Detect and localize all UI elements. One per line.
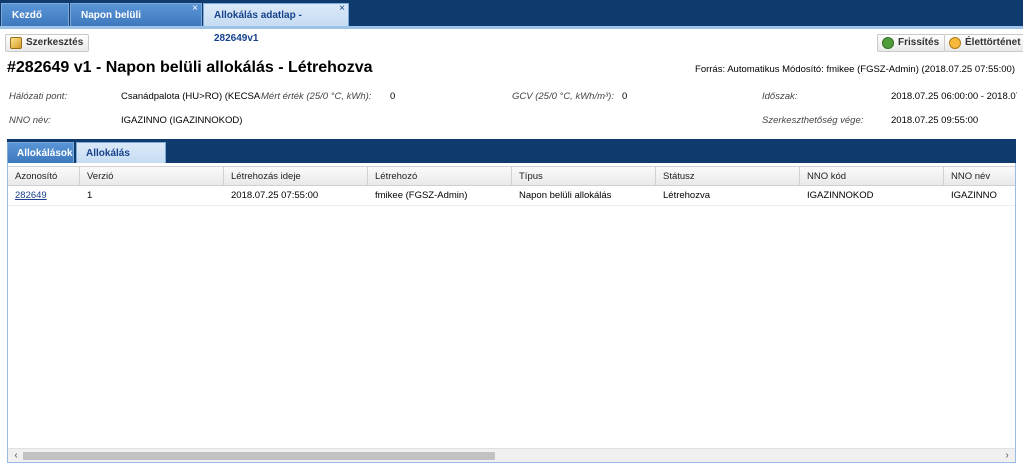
history-icon xyxy=(949,37,961,49)
tab-allocations[interactable]: Allokálások xyxy=(7,142,74,163)
column-header-status[interactable]: Státusz xyxy=(656,167,800,186)
edit-button-label: Szerkesztés xyxy=(26,37,84,48)
cell-id: 282649 xyxy=(8,187,80,205)
cell-nno-name: IGAZINNO xyxy=(951,190,997,201)
period-label: Időszak: xyxy=(762,91,798,102)
column-header-nno-name[interactable]: NNO név xyxy=(944,167,1015,186)
horizontal-scrollbar[interactable]: ‹ › xyxy=(8,448,1015,462)
tab-intraday-allocations[interactable]: Napon belüli allokálások × xyxy=(70,0,202,44)
tab-allocations-label: Allokálások xyxy=(17,148,73,159)
cell-version: 1 xyxy=(87,190,93,201)
close-icon[interactable]: × xyxy=(192,0,198,20)
refresh-button-label: Frissítés xyxy=(898,37,940,48)
tab-allocation-versions[interactable]: Allokálás verziók xyxy=(76,142,166,180)
scroll-right-icon[interactable]: › xyxy=(1000,449,1014,462)
top-tab-strip: Kezdő oldal Napon belüli allokálások × A… xyxy=(0,0,1023,44)
edit-button[interactable]: Szerkesztés xyxy=(5,34,90,52)
refresh-icon xyxy=(882,37,894,49)
history-button-label: Élettörténet xyxy=(965,37,1021,48)
nno-name-value: IGAZINNO (IGAZINNOKOD) xyxy=(121,115,243,126)
column-header-creator[interactable]: Létrehozó xyxy=(368,167,512,186)
tab-allocation-datasheet[interactable]: Allokálás adatlap - 282649v1 × xyxy=(203,0,349,44)
inner-tab-bar: Allokálások Allokálás verziók xyxy=(7,139,1016,180)
column-header-id[interactable]: Azonosító xyxy=(8,167,80,186)
page-title: #282649 v1 - Napon belüli allokálás - Lé… xyxy=(7,59,373,76)
gcv-value: 0 xyxy=(622,91,628,102)
history-button[interactable]: Élettörténet xyxy=(944,34,1023,52)
cell-type: Napon belüli allokálás xyxy=(519,190,612,201)
source-info: Forrás: Automatikus Módosító: fmikee (FG… xyxy=(695,64,1015,75)
tab-allocation-datasheet-label: Allokálás adatlap - 282649v1 xyxy=(214,10,302,44)
scroll-left-icon[interactable]: ‹ xyxy=(9,449,23,462)
allocations-grid: Azonosító Verzió Létrehozás ideje Létreh… xyxy=(7,163,1016,463)
scrollbar-thumb[interactable] xyxy=(23,452,495,460)
cell-nno-code: IGAZINNOKOD xyxy=(807,190,874,201)
cell-creator: fmikee (FGSZ-Admin) xyxy=(375,190,468,201)
nno-name-label: NNO név: xyxy=(9,115,51,126)
edit-deadline-label: Szerkeszthetőség vége: xyxy=(762,115,864,126)
period-value: 2018.07.25 06:00:00 - 2018.07. xyxy=(891,91,1017,102)
refresh-button[interactable]: Frissítés xyxy=(877,34,946,52)
edit-icon xyxy=(10,37,22,49)
network-point-label: Hálózati pont: xyxy=(9,91,68,102)
allocation-id-link[interactable]: 282649 xyxy=(15,190,47,201)
grid-header: Azonosító Verzió Létrehozás ideje Létreh… xyxy=(8,166,1015,186)
column-header-type[interactable]: Típus xyxy=(512,167,656,186)
network-point-value: Csanádpalota (HU>RO) (KECSANA xyxy=(121,91,261,102)
measured-value-label: Mért érték (25/0 °C, kWh): xyxy=(261,91,372,102)
column-header-created-at[interactable]: Létrehozás ideje xyxy=(224,167,368,186)
tab-intraday-allocations-label: Napon belüli allokálások xyxy=(81,10,141,44)
table-row[interactable]: 282649 1 2018.07.25 07:55:00 fmikee (FGS… xyxy=(8,187,1015,206)
close-icon[interactable]: × xyxy=(339,0,345,20)
edit-deadline-value: 2018.07.25 09:55:00 xyxy=(891,115,979,126)
measured-value: 0 xyxy=(390,91,396,102)
column-header-nno-code[interactable]: NNO kód xyxy=(800,167,944,186)
cell-status: Létrehozva xyxy=(663,190,711,201)
column-header-version[interactable]: Verzió xyxy=(80,167,224,186)
tab-home[interactable]: Kezdő oldal xyxy=(1,3,69,44)
gcv-label: GCV (25/0 °C, kWh/m³): xyxy=(512,91,614,102)
cell-created-at: 2018.07.25 07:55:00 xyxy=(231,190,319,201)
